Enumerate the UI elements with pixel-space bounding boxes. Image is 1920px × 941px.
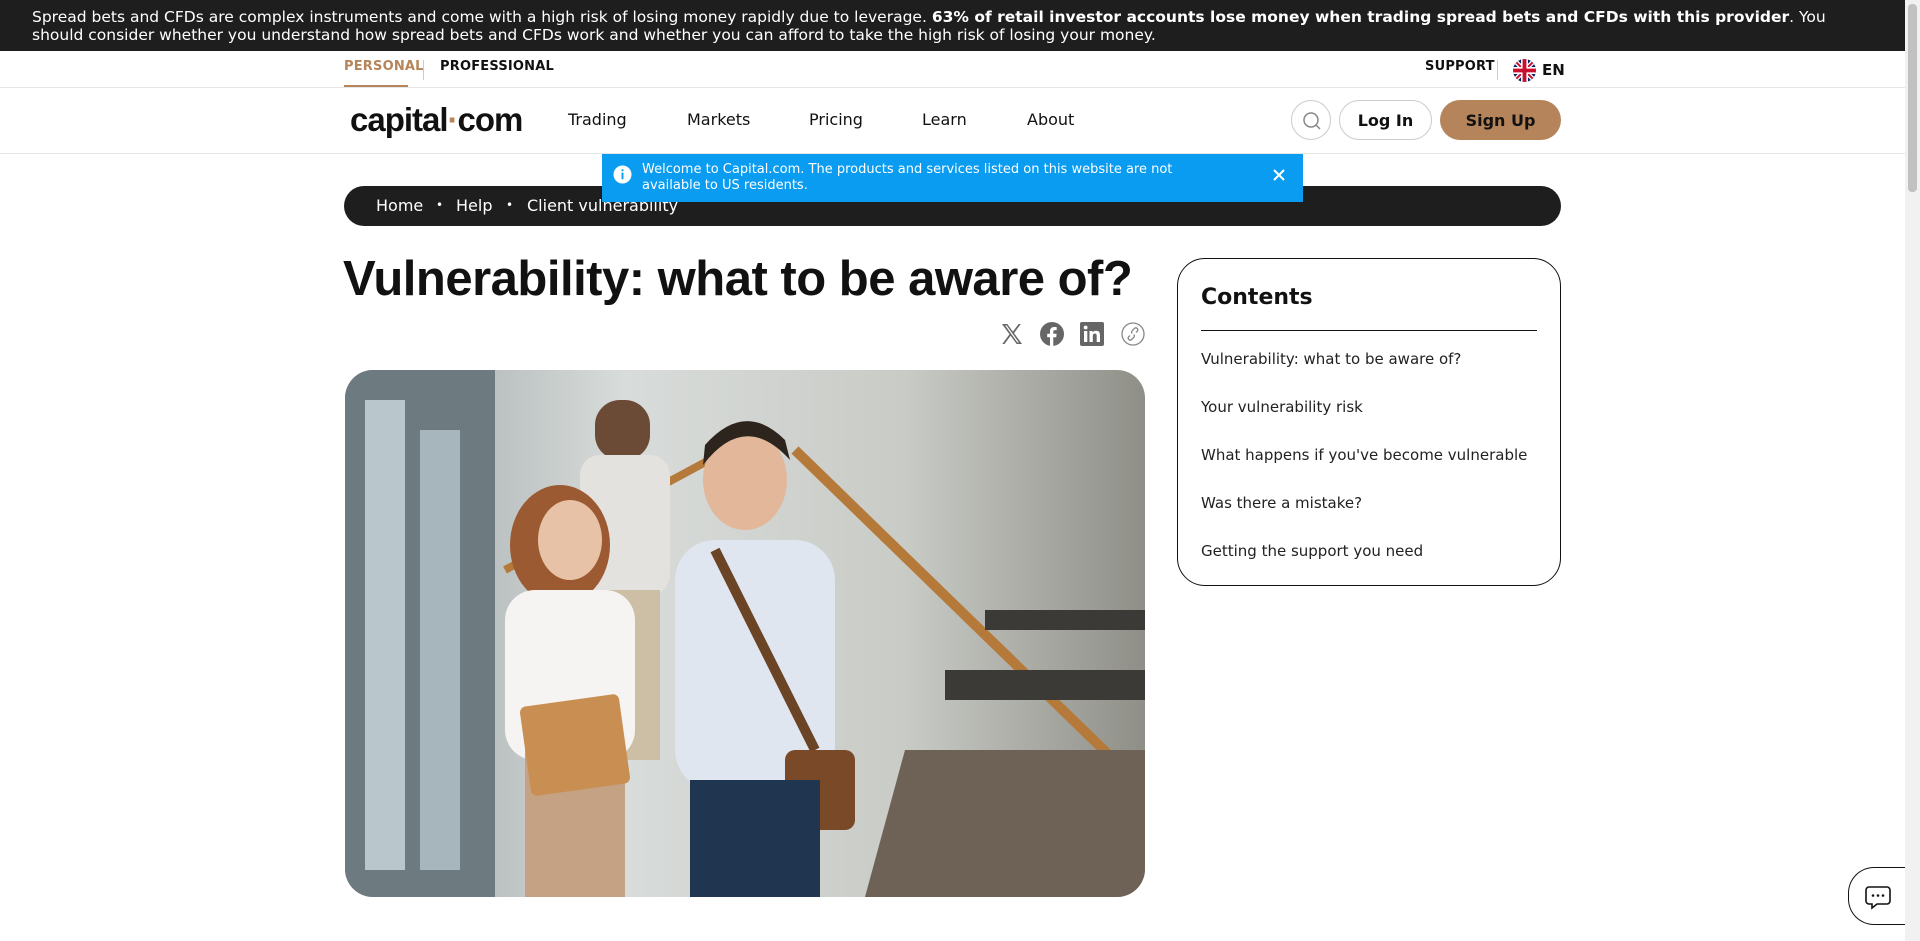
- support-link[interactable]: SUPPORT: [1425, 59, 1495, 74]
- nav-learn[interactable]: Learn: [922, 110, 967, 129]
- notice-text: Welcome to Capital.com. The products and…: [642, 162, 1173, 193]
- table-of-contents: Contents Vulnerability: what to be aware…: [1177, 258, 1561, 586]
- close-icon[interactable]: [1272, 168, 1286, 182]
- toc-title: Contents: [1201, 285, 1313, 310]
- toc-item[interactable]: Was there a mistake?: [1201, 494, 1362, 512]
- toc-divider: [1201, 330, 1537, 331]
- capital-com-logo[interactable]: capital·com: [350, 101, 524, 139]
- logo-text-suffix: com: [457, 101, 524, 138]
- facebook-icon[interactable]: [1040, 322, 1064, 346]
- language-divider: [1497, 60, 1498, 80]
- login-button[interactable]: Log In: [1339, 100, 1432, 140]
- logo-dot: ·: [447, 101, 459, 138]
- nav-trading[interactable]: Trading: [568, 110, 627, 129]
- risk-warning-bar: Spread bets and CFDs are complex instrum…: [0, 0, 1905, 51]
- breadcrumb-separator: •: [436, 198, 444, 212]
- search-button[interactable]: [1291, 100, 1331, 140]
- nav-markets[interactable]: Markets: [687, 110, 750, 129]
- language-selector[interactable]: EN: [1542, 61, 1565, 79]
- risk-warning-text: Spread bets and CFDs are complex instrum…: [32, 8, 932, 26]
- scrollbar-thumb[interactable]: [1908, 4, 1917, 192]
- breadcrumb-home[interactable]: Home: [376, 196, 423, 215]
- chat-icon: [1865, 886, 1891, 910]
- page-scrollbar[interactable]: [1905, 0, 1920, 941]
- segment-bar: PERSONAL PROFESSIONAL SUPPORT EN: [0, 51, 1905, 88]
- main-navigation: capital·com Trading Markets Pricing Lear…: [0, 89, 1905, 154]
- segment-professional-link[interactable]: PROFESSIONAL: [440, 59, 554, 74]
- linkedin-icon[interactable]: [1080, 322, 1104, 346]
- search-icon: [1303, 112, 1321, 130]
- active-segment-underline: [344, 85, 408, 87]
- toc-item[interactable]: Getting the support you need: [1201, 542, 1423, 560]
- signup-button[interactable]: Sign Up: [1440, 100, 1561, 140]
- breadcrumb-help[interactable]: Help: [456, 196, 492, 215]
- article-title: Vulnerability: what to be aware of?: [343, 252, 1133, 306]
- nav-pricing[interactable]: Pricing: [809, 110, 863, 129]
- info-icon: [613, 165, 632, 184]
- segment-personal-link[interactable]: PERSONAL: [344, 59, 424, 74]
- breadcrumb-separator: •: [506, 198, 514, 212]
- nav-about[interactable]: About: [1027, 110, 1074, 129]
- logo-text-main: capital: [350, 101, 449, 138]
- uk-flag-icon[interactable]: [1513, 59, 1536, 82]
- risk-warning-bold: 63% of retail investor accounts lose mon…: [931, 8, 1790, 26]
- article-hero-image: [345, 370, 1145, 897]
- us-residents-notice: Welcome to Capital.com. The products and…: [602, 154, 1303, 202]
- segment-divider: [423, 60, 424, 80]
- x-icon[interactable]: [1000, 322, 1024, 346]
- copy-link-icon[interactable]: [1121, 322, 1145, 346]
- toc-item[interactable]: Your vulnerability risk: [1201, 398, 1363, 416]
- toc-item[interactable]: What happens if you've become vulnerable: [1201, 446, 1527, 464]
- chat-button[interactable]: [1848, 867, 1908, 925]
- toc-item[interactable]: Vulnerability: what to be aware of?: [1201, 350, 1461, 368]
